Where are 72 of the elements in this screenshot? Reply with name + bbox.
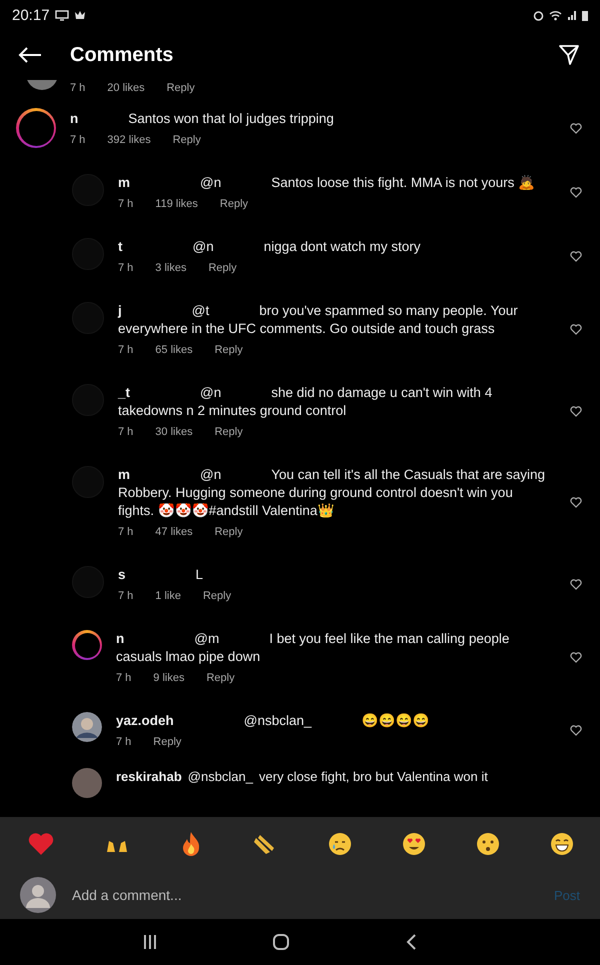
comment-time: 7 h <box>116 672 132 684</box>
likes-count[interactable]: 47 likes <box>155 526 193 538</box>
comment-time: 7 h <box>118 590 134 602</box>
comment-time: 7 h <box>116 736 132 748</box>
screen-icon <box>54 10 69 20</box>
back-arrow-icon[interactable] <box>18 46 42 64</box>
person-avatar[interactable] <box>72 712 102 742</box>
comment-text: m @n Santos loose this fight. MMA is not yours 🙇 <box>118 174 536 192</box>
comment-text: j @t bro you've spammed so many people. Your everywhere in the UFC comments. Go outside and touch grass <box>118 302 519 338</box>
crown-icon <box>74 10 86 20</box>
like-heart-icon[interactable] <box>570 496 582 508</box>
comment-input-field[interactable]: Add a comment... <box>70 886 540 904</box>
comment-text: t @n nigga dont watch my story <box>118 238 422 256</box>
likes-count[interactable]: 3 likes <box>155 262 186 274</box>
like-heart-icon[interactable] <box>570 724 582 736</box>
status-time: 20:17 <box>12 6 50 24</box>
comment-time: 7 h <box>118 344 134 356</box>
story-ring-avatar[interactable] <box>72 630 102 660</box>
story-ring-avatar[interactable] <box>16 108 56 148</box>
crying-face-icon[interactable] <box>328 832 352 856</box>
comment-text: s L <box>118 566 204 584</box>
laughing-face-icon[interactable] <box>550 832 574 856</box>
home-icon[interactable] <box>272 933 290 951</box>
signal-icon <box>567 10 577 20</box>
likes-count[interactable]: 30 likes <box>155 426 193 438</box>
like-heart-icon[interactable] <box>570 186 582 198</box>
like-heart-icon[interactable] <box>570 122 582 134</box>
surprised-face-icon[interactable] <box>476 832 500 856</box>
reply-link[interactable]: Reply <box>153 736 182 748</box>
comment-time: 7 h <box>118 262 134 274</box>
likes-count[interactable]: 65 likes <box>155 344 193 356</box>
reply-link[interactable]: Reply <box>166 82 195 94</box>
likes-count: 20 likes <box>107 82 145 94</box>
user-avatar <box>20 877 56 913</box>
comment-time: 7 h <box>70 134 86 146</box>
reply-link[interactable]: Reply <box>214 426 243 438</box>
comment-text: _t @n she did no damage u can't win with 4 takedowns n 2 minutes ground control <box>118 384 494 420</box>
reply-link[interactable]: Reply <box>202 590 232 602</box>
recent-apps-icon[interactable] <box>143 934 157 950</box>
comment-time: 7 h <box>118 526 134 538</box>
reply-link[interactable]: Reply <box>206 672 235 684</box>
battery-icon <box>582 10 588 20</box>
heart-icon[interactable] <box>28 832 54 856</box>
comment-time: 7 h <box>118 198 134 210</box>
heart-eyes-face-icon[interactable] <box>402 832 426 856</box>
page-title: Comments <box>70 44 174 66</box>
back-icon[interactable] <box>405 933 417 951</box>
reply-link[interactable]: Reply <box>214 526 243 538</box>
comment-text: m @n You can tell it's all the Casuals that are saying Robbery. Hugging someone during ground control doesn't win you fights. 🤡🤡🤡#andstill Valentina👑 <box>118 466 546 520</box>
likes-count[interactable]: 392 likes <box>107 134 151 146</box>
like-heart-icon[interactable] <box>570 652 582 662</box>
reply-link[interactable]: Reply <box>172 134 201 146</box>
comment-text: n Santos won that lol judges tripping <box>70 110 335 128</box>
reply-link[interactable]: Reply <box>220 198 248 210</box>
reply-link[interactable]: Reply <box>214 344 243 356</box>
like-heart-icon[interactable] <box>570 578 582 590</box>
like-heart-icon[interactable] <box>570 250 582 262</box>
fire-icon[interactable] <box>180 831 202 857</box>
avatar <box>72 768 102 798</box>
wifi-icon <box>549 10 562 20</box>
reply-link[interactable]: Reply <box>208 262 237 274</box>
comment-time: 7 h <box>118 426 134 438</box>
like-heart-icon[interactable] <box>570 324 582 334</box>
likes-count[interactable]: 9 likes <box>153 672 184 684</box>
comment-text: yaz.odeh @nsbclan_ 😄😄😄😄 <box>116 712 431 730</box>
comment-time: 7 h <box>70 82 86 94</box>
send-icon[interactable] <box>558 44 580 66</box>
comment-text: reskirahab @nsbclan_ very close fight, bro but Valentina won it <box>116 768 488 786</box>
like-heart-icon[interactable] <box>570 406 582 416</box>
likes-count[interactable]: 119 likes <box>155 198 198 210</box>
comment-text: n @m I bet you feel like the man calling people casuals lmao pipe down <box>116 630 510 666</box>
likes-count[interactable]: 1 like <box>155 590 181 602</box>
